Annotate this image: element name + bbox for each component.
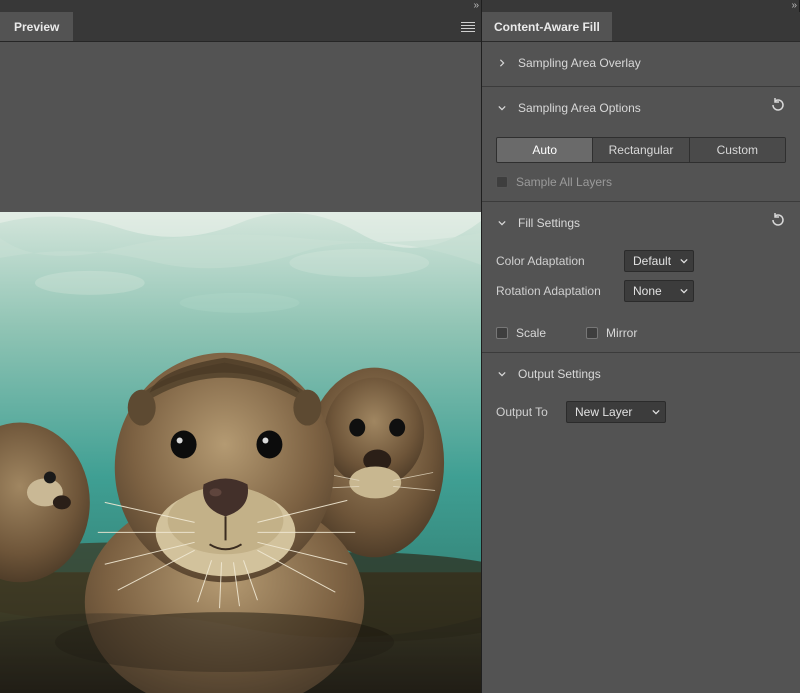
- section-title: Sampling Area Overlay: [518, 56, 641, 70]
- mirror-label: Mirror: [606, 326, 637, 340]
- chevron-down-icon: [652, 408, 660, 416]
- mirror-checkbox[interactable]: [586, 327, 598, 339]
- content-aware-fill-panel: Content-Aware Fill Sampling Area Overlay…: [482, 12, 800, 693]
- reset-icon[interactable]: [770, 212, 786, 228]
- preview-image: [0, 212, 481, 693]
- panel-menu-button[interactable]: [461, 12, 475, 42]
- color-adaptation-label: Color Adaptation: [496, 254, 614, 268]
- scale-label: Scale: [516, 326, 546, 340]
- select-value: New Layer: [575, 405, 632, 419]
- section-sampling-overlay: Sampling Area Overlay: [482, 42, 800, 87]
- sample-all-layers-row: Sample All Layers: [496, 175, 786, 189]
- flyout-icon[interactable]: »: [791, 0, 795, 12]
- output-to-select[interactable]: New Layer: [566, 401, 666, 423]
- scale-checkbox[interactable]: [496, 327, 508, 339]
- tab-content-aware-fill[interactable]: Content-Aware Fill: [482, 12, 612, 41]
- output-to-label: Output To: [496, 405, 556, 419]
- preview-panel: Preview: [0, 12, 482, 693]
- tab-label: Content-Aware Fill: [494, 20, 600, 34]
- chevron-down-icon[interactable]: [496, 104, 508, 112]
- chevron-down-icon: [680, 257, 688, 265]
- chevron-down-icon[interactable]: [496, 370, 508, 378]
- color-adaptation-select[interactable]: Default: [624, 250, 694, 272]
- flyout-icon[interactable]: »: [473, 0, 477, 12]
- section-title: Sampling Area Options: [518, 101, 641, 115]
- section-sampling-options: Sampling Area Options Auto Rectangular C…: [482, 87, 800, 202]
- sample-all-layers-label: Sample All Layers: [516, 175, 612, 189]
- select-value: None: [633, 284, 662, 298]
- sampling-mode-custom-button[interactable]: Custom: [690, 138, 785, 162]
- section-title: Fill Settings: [518, 216, 580, 230]
- sampling-mode-segmented: Auto Rectangular Custom: [496, 137, 786, 163]
- preview-viewport[interactable]: [0, 42, 481, 693]
- chevron-right-icon[interactable]: [496, 59, 508, 67]
- reset-icon[interactable]: [770, 97, 786, 113]
- rotation-adaptation-label: Rotation Adaptation: [496, 284, 614, 298]
- rotation-adaptation-select[interactable]: None: [624, 280, 694, 302]
- chevron-down-icon: [680, 287, 688, 295]
- section-fill-settings: Fill Settings Color Adaptation Default R…: [482, 202, 800, 353]
- sampling-mode-auto-button[interactable]: Auto: [497, 138, 593, 162]
- select-value: Default: [633, 254, 671, 268]
- sampling-mode-rectangular-button[interactable]: Rectangular: [593, 138, 689, 162]
- tab-preview[interactable]: Preview: [0, 12, 73, 41]
- tab-label: Preview: [14, 20, 59, 34]
- scale-row: Scale: [496, 326, 546, 340]
- section-title: Output Settings: [518, 367, 601, 381]
- mirror-row: Mirror: [586, 326, 637, 340]
- sample-all-layers-checkbox: [496, 176, 508, 188]
- hamburger-icon: [461, 22, 475, 32]
- section-output-settings: Output Settings Output To New Layer: [482, 353, 800, 435]
- chevron-down-icon[interactable]: [496, 219, 508, 227]
